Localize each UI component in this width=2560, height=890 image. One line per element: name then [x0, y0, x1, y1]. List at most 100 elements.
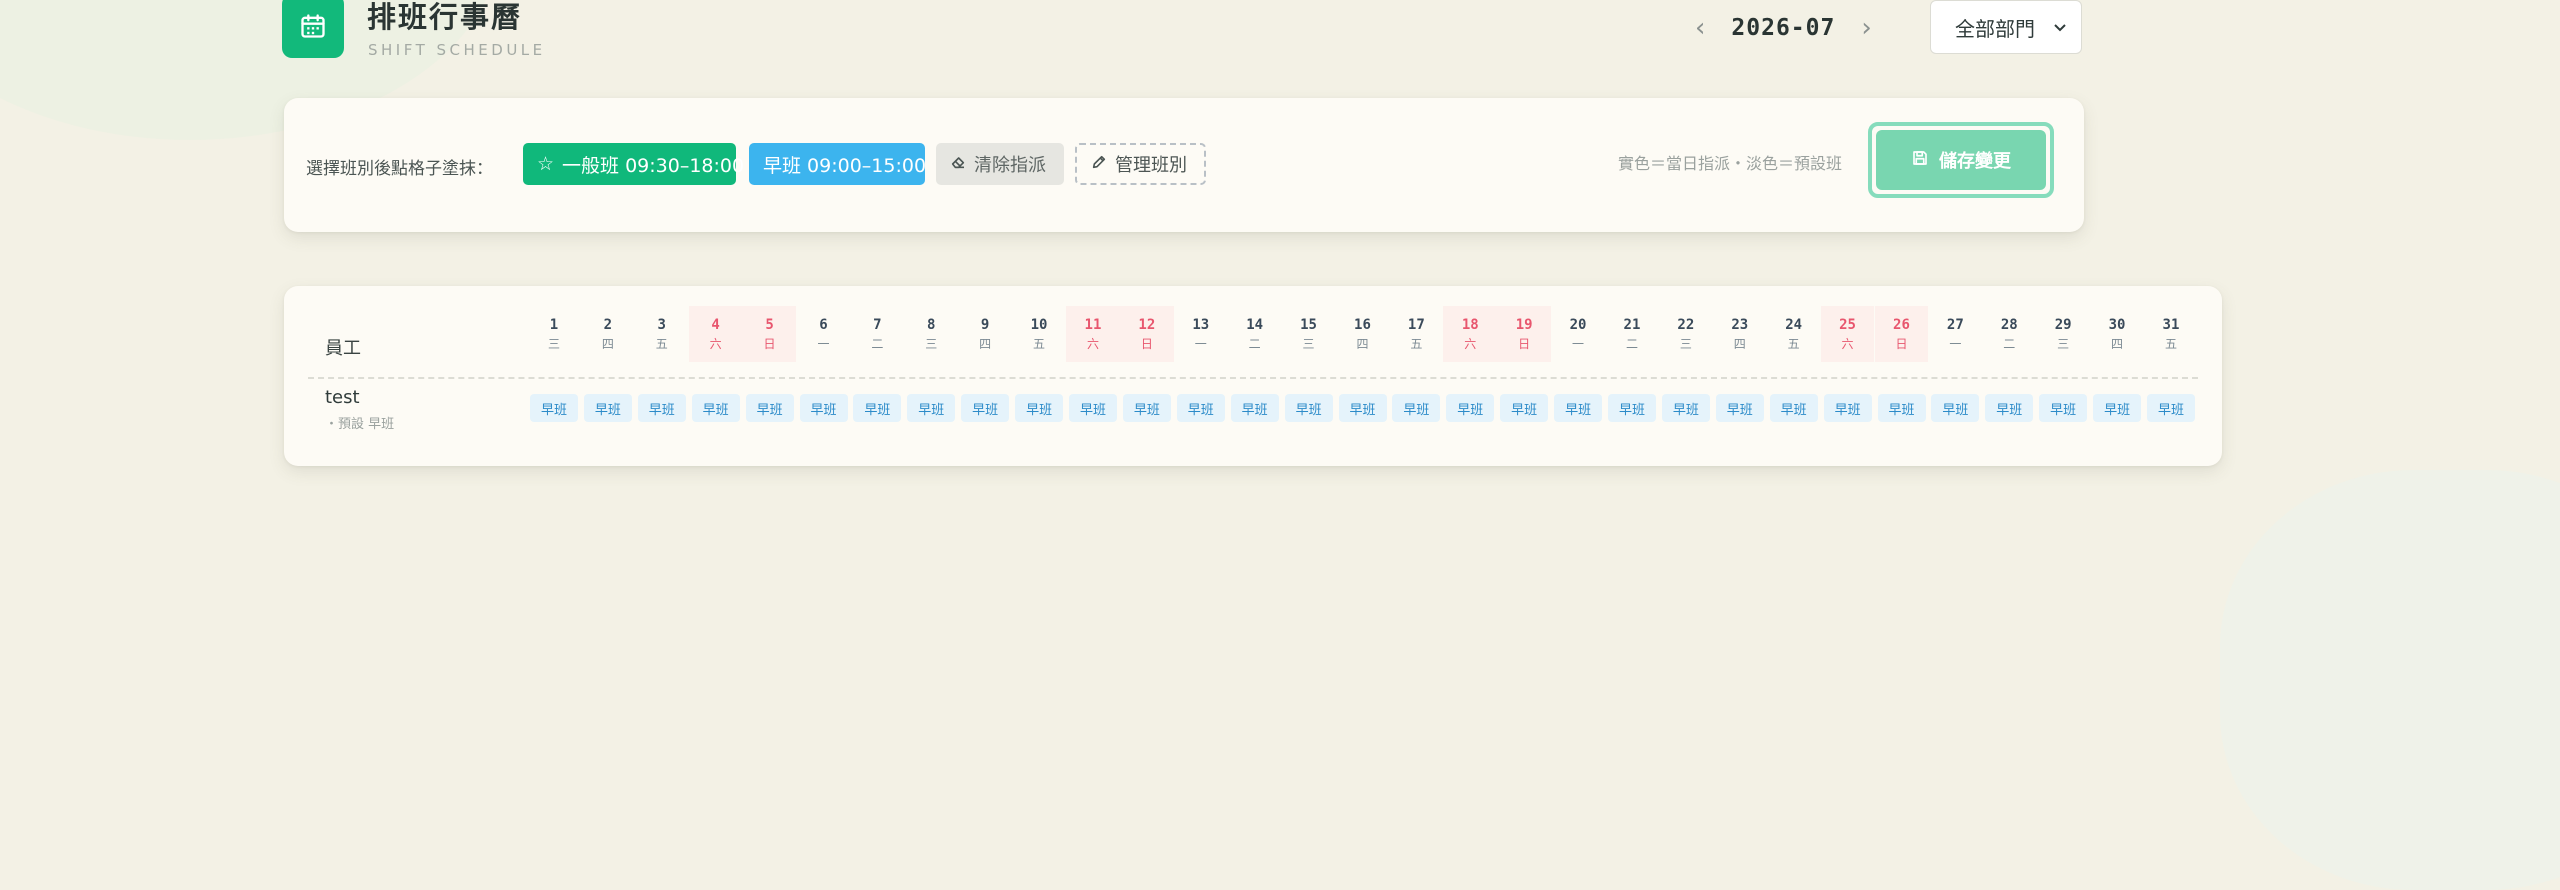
day-header: 2四	[581, 306, 635, 362]
shift-cell[interactable]: 早班	[1823, 394, 1872, 422]
day-weekday: 五	[1410, 337, 1423, 351]
day-weekday: 日	[1140, 337, 1153, 351]
day-header: 1三	[527, 306, 581, 362]
day-weekday: 四	[979, 337, 992, 351]
day-weekday: 三	[547, 337, 560, 351]
day-header: 20 一	[1551, 306, 1605, 362]
day-number: 30	[2108, 317, 2126, 333]
day-weekday: 一	[1194, 337, 1207, 351]
schedule-grid: 員工 1 三 2 四 3 五 4 六 5 日 6 一 7 二 8 三 9 四 10 五 11 六 12 日 13 一 14 二 15 三 1…	[284, 286, 2222, 466]
toolbar-instruction: 選擇班別後點格子塗抹：	[306, 159, 493, 179]
shift-cell[interactable]: 早班	[1877, 394, 1926, 422]
shift-cell[interactable]: 早班	[1500, 394, 1549, 422]
shift-cell[interactable]: 早班	[2093, 394, 2142, 422]
day-header: 23 四	[1713, 306, 1767, 362]
save-button[interactable]: 儲存變更	[1868, 122, 2054, 198]
day-weekday: 五	[2164, 337, 2177, 351]
day-header: 19 日	[1497, 306, 1552, 362]
clear-assignment-button[interactable]: 清除指派	[936, 143, 1064, 185]
chevron-right-icon[interactable]: ›	[1861, 15, 1871, 41]
day-header: 29 三	[2036, 306, 2090, 362]
shift-cell[interactable]: 早班	[1176, 394, 1225, 422]
eraser-icon	[950, 154, 966, 175]
day-header: 10 五	[1012, 306, 1066, 362]
day-number: 6	[819, 317, 828, 333]
day-number: 8	[927, 317, 936, 333]
day-number: 7	[873, 317, 882, 333]
day-number: 9	[980, 317, 990, 333]
day-number: 2	[603, 317, 613, 333]
day-header: 18 六	[1443, 306, 1498, 362]
day-number: 20	[1569, 317, 1587, 333]
shift-cell[interactable]: 早班	[961, 394, 1010, 422]
shift-cell[interactable]: 早班	[1446, 394, 1495, 422]
shift-cell[interactable]: 早班	[1122, 394, 1171, 422]
department-select-value: 全部部門	[1955, 16, 2035, 41]
day-header: 7二	[850, 306, 904, 362]
shift-cell[interactable]: 早班	[1769, 394, 1818, 422]
pencil-icon	[1091, 154, 1107, 175]
day-number: 23	[1731, 317, 1749, 333]
day-header: 28 二	[1982, 306, 2036, 362]
shift-cell[interactable]: 早班	[853, 394, 902, 422]
shift-cell[interactable]: 早班	[637, 394, 686, 422]
shift-cell[interactable]: 早班	[2039, 394, 2088, 422]
shift-cell[interactable]: 早班	[1015, 394, 1064, 422]
day-weekday: 三	[2057, 337, 2070, 351]
department-select[interactable]: 全部部門	[1930, 0, 2082, 54]
day-number: 27	[1946, 317, 1964, 333]
shift-early-button[interactable]: 早班 09:00–15:00	[749, 143, 926, 185]
shift-cell[interactable]: 早班	[530, 394, 578, 422]
shift-cell[interactable]: 早班	[583, 394, 632, 422]
star-icon: ☆	[537, 153, 555, 175]
shift-cell[interactable]: 早班	[1338, 394, 1387, 422]
manage-shifts-button[interactable]: 管理班別	[1075, 143, 1206, 185]
shift-cell[interactable]: 早班	[907, 394, 956, 422]
day-weekday: 四	[601, 337, 614, 351]
day-number: 26	[1893, 317, 1910, 333]
shift-cell[interactable]: 早班	[1284, 394, 1333, 422]
day-number: 1	[549, 317, 559, 333]
day-header: 5日	[742, 306, 797, 362]
day-weekday: 日	[763, 337, 776, 351]
day-number: 5	[765, 317, 774, 333]
shift-cell[interactable]: 早班	[1392, 394, 1441, 422]
shift-cell[interactable]: 早班	[1931, 394, 1980, 422]
chevron-down-icon	[2053, 17, 2067, 38]
day-number: 29	[2054, 317, 2072, 333]
day-number: 3	[657, 317, 666, 333]
day-number: 31	[2162, 317, 2180, 333]
shift-cell[interactable]: 早班	[1554, 394, 1603, 422]
day-header: 21 二	[1605, 306, 1659, 362]
shift-cell[interactable]: 早班	[1069, 394, 1117, 422]
day-weekday: 一	[1572, 337, 1585, 351]
chevron-left-icon[interactable]: ‹	[1695, 15, 1705, 41]
day-number: 21	[1623, 317, 1641, 333]
shift-general-button[interactable]: ☆ 一般班 09:30–18:00	[523, 143, 744, 185]
header-divider	[308, 377, 2198, 379]
shift-cell[interactable]: 早班	[691, 394, 740, 422]
shift-cell[interactable]: 早班	[2147, 394, 2195, 422]
day-header: 13 一	[1174, 306, 1228, 362]
day-number: 11	[1084, 317, 1102, 333]
shift-cell[interactable]: 早班	[1608, 394, 1656, 422]
shift-cell[interactable]: 早班	[799, 394, 848, 422]
day-weekday: 二	[2003, 337, 2016, 351]
day-header: 31 五	[2144, 306, 2198, 362]
day-number: 25	[1839, 317, 1856, 333]
clear-assignment-label: 清除指派	[974, 155, 1046, 176]
save-button-face: 儲存變更	[1876, 130, 2046, 190]
shift-cell[interactable]: 早班	[1661, 394, 1710, 422]
day-weekday: 四	[1733, 337, 1746, 351]
day-weekday: 六	[709, 337, 722, 351]
day-weekday: 二	[871, 337, 884, 351]
day-number: 14	[1246, 317, 1264, 333]
shift-cell[interactable]: 早班	[745, 394, 794, 422]
shift-cell[interactable]: 早班	[1230, 394, 1279, 422]
day-weekday: 四	[2111, 337, 2124, 351]
shift-cell[interactable]: 早班	[1985, 394, 2034, 422]
day-number: 16	[1354, 317, 1371, 333]
day-header: 3五	[635, 306, 689, 362]
shift-cell[interactable]: 早班	[1715, 394, 1764, 422]
day-header: 24 五	[1767, 306, 1821, 362]
